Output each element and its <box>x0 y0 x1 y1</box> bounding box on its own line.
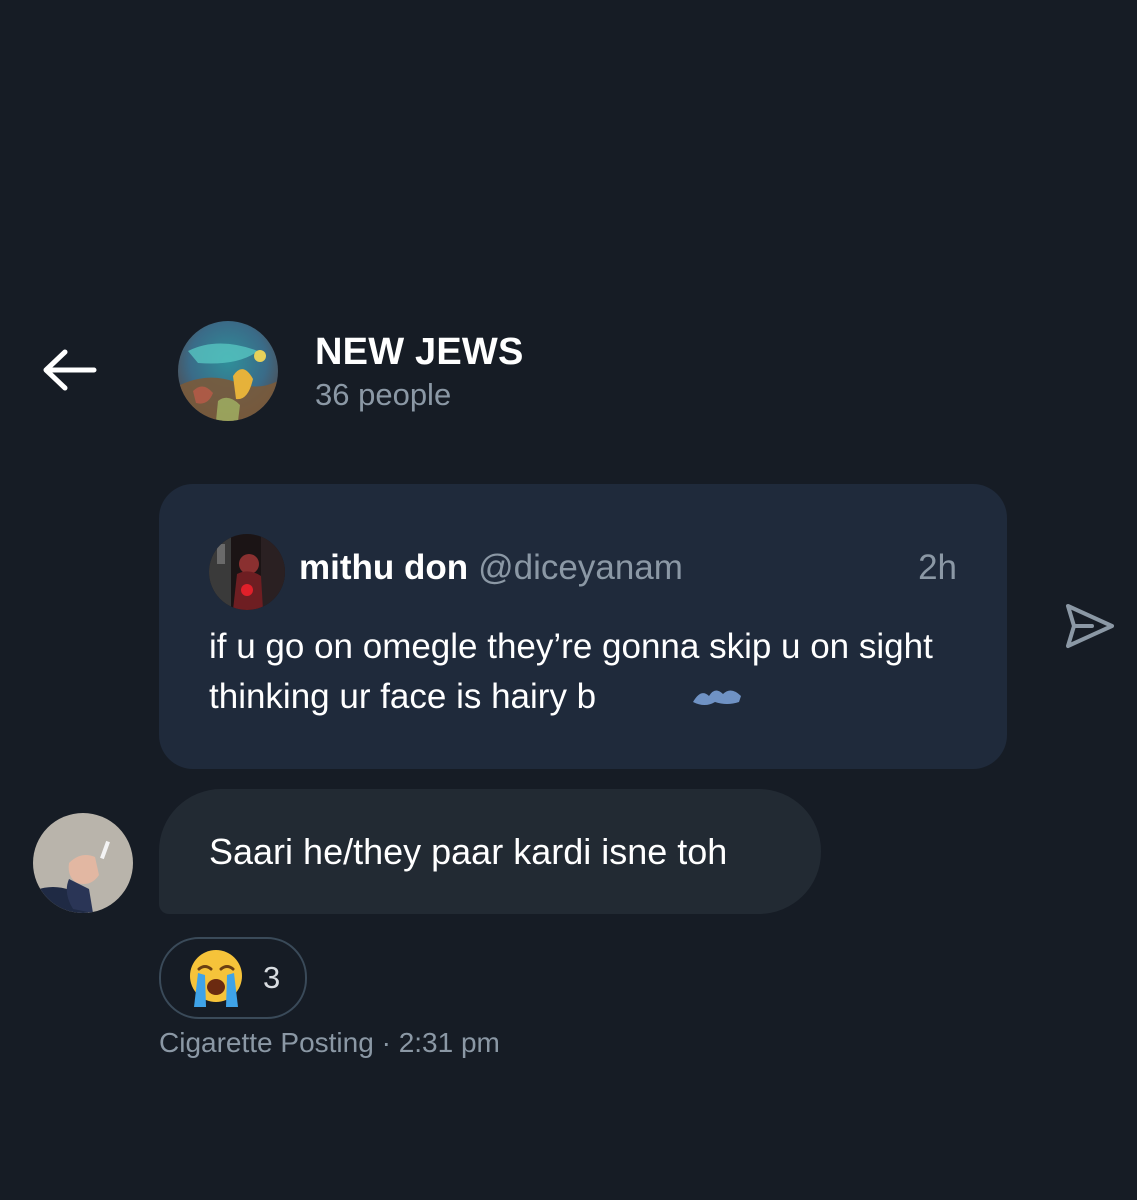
reaction-pill[interactable]: 3 <box>159 937 307 1019</box>
quoted-post-header: mithu don @diceyanam <box>299 548 683 588</box>
sender-avatar-image <box>33 813 133 913</box>
quoted-post-text: if u go on omegle they’re gonna skip u o… <box>209 627 933 716</box>
message-time: 2:31 pm <box>398 1027 500 1058</box>
sender-avatar[interactable] <box>33 813 133 913</box>
quoted-author-name[interactable]: mithu don <box>299 548 468 587</box>
member-count: 36 people <box>315 377 452 412</box>
message-bubble[interactable]: Saari he/they paar kardi isne toh <box>159 789 821 914</box>
back-button[interactable] <box>38 343 98 397</box>
dm-conversation-screen: NEW JEWS 36 people mithu don @diceyanam 2… <box>0 0 1137 1200</box>
reaction-count: 3 <box>263 960 281 995</box>
quoted-post-time: 2h <box>918 548 957 587</box>
arrow-left-icon <box>43 349 97 391</box>
meta-separator: · <box>381 1027 391 1058</box>
share-button[interactable] <box>1062 598 1118 654</box>
group-avatar-image <box>178 321 278 421</box>
group-name: NEW JEWS <box>315 331 524 373</box>
quoted-post-card[interactable]: mithu don @diceyanam 2h if u go on omegle… <box>159 484 1007 769</box>
quoted-author-avatar-image <box>209 534 285 610</box>
sender-name[interactable]: Cigarette Posting <box>159 1027 374 1058</box>
send-icon <box>1066 604 1114 648</box>
group-avatar[interactable] <box>178 321 278 421</box>
crying-face-emoji-icon <box>190 950 242 1007</box>
quoted-author-avatar[interactable] <box>209 534 285 610</box>
quoted-author-handle[interactable]: @diceyanam <box>478 548 683 587</box>
message-text: Saari he/they paar kardi isne toh <box>209 831 728 872</box>
message-meta: Cigarette Posting · 2:31 pm <box>159 1027 500 1059</box>
redaction-scribble <box>693 690 741 705</box>
